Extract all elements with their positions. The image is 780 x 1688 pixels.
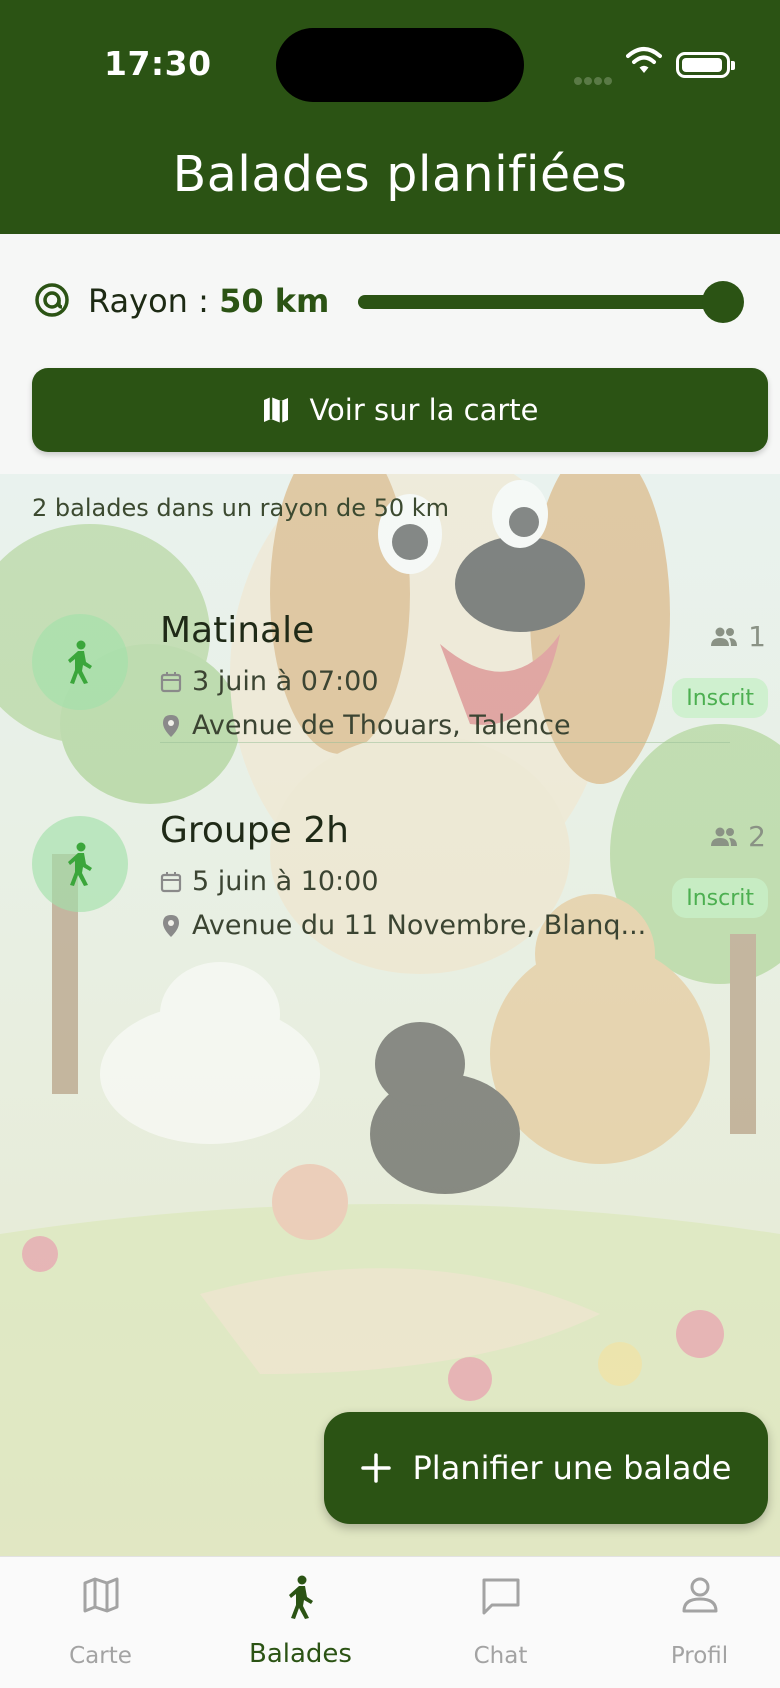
walk-icon (68, 640, 92, 684)
location-pin-icon (163, 914, 179, 937)
walk-location: Avenue du 11 Novembre, Blanq... (192, 910, 647, 941)
walk-location: Avenue de Thouars, Talence (192, 710, 571, 741)
participants-number: 1 (748, 620, 766, 653)
radius-value: 50 km (219, 282, 330, 320)
participants-count: 1 (710, 620, 766, 653)
group-icon (711, 827, 738, 846)
walk-location-row: Avenue de Thouars, Talence (160, 710, 571, 741)
walk-title: Groupe 2h (160, 810, 349, 851)
view-on-map-button[interactable]: Voir sur la carte (32, 368, 768, 452)
nav-item-chat[interactable]: Chat (403, 1557, 598, 1688)
radius-label-prefix: Rayon : (88, 282, 209, 320)
map-icon (264, 397, 289, 423)
group-icon (711, 627, 738, 646)
status-badge: Inscrit (672, 678, 768, 718)
nav-label-carte: Carte (69, 1643, 132, 1669)
radius-filter: Rayon : 50 km Voir sur la carte (0, 234, 780, 474)
radius-label: Rayon : 50 km (88, 282, 329, 320)
nav-item-carte[interactable]: Carte (3, 1557, 198, 1688)
dynamic-island (276, 28, 524, 102)
walk-date: 3 juin à 07:00 (192, 666, 379, 697)
walks-list[interactable]: 2 balades dans un rayon de 50 km Matinal… (0, 474, 780, 1556)
walk-icon (288, 1575, 313, 1619)
nav-item-balades[interactable]: Balades (203, 1557, 398, 1688)
participants-number: 2 (748, 820, 766, 853)
bottom-navigation: Carte Balades Chat Profil (0, 1556, 780, 1688)
calendar-icon (160, 671, 182, 692)
battery-icon (676, 52, 735, 78)
map-icon (83, 1577, 118, 1613)
signal-icon (574, 70, 614, 85)
chat-icon (482, 1578, 519, 1615)
walk-date-row: 3 juin à 07:00 (160, 666, 379, 697)
walk-icon (68, 842, 92, 886)
location-pin-icon (163, 714, 179, 737)
radius-icon (35, 283, 69, 317)
status-time: 17:30 (104, 44, 212, 83)
app-header: 17:30 Balades planifiées (0, 0, 780, 234)
walk-avatar (32, 816, 128, 912)
plan-walk-label: Planifier une balade (412, 1449, 732, 1487)
walk-date: 5 juin à 10:00 (192, 866, 379, 897)
results-count: 2 balades dans un rayon de 50 km (32, 494, 450, 522)
status-badge: Inscrit (672, 878, 768, 918)
nav-item-profil[interactable]: Profil (602, 1557, 780, 1688)
participants-count: 2 (710, 820, 766, 853)
wifi-icon (626, 47, 662, 73)
nav-label-profil: Profil (670, 1643, 729, 1669)
calendar-icon (160, 871, 182, 892)
plus-icon (360, 1453, 391, 1483)
walk-list-item[interactable]: Groupe 2h 5 juin à 10:00 Avenue du 11 No… (0, 764, 780, 964)
view-on-map-label: Voir sur la carte (309, 393, 539, 427)
walk-avatar (32, 614, 128, 710)
plan-walk-button[interactable]: Planifier une balade (324, 1412, 768, 1524)
nav-label-balades: Balades (249, 1639, 352, 1669)
page-title: Balades planifiées (172, 146, 628, 203)
radius-slider-thumb[interactable] (702, 281, 744, 323)
list-divider (160, 742, 730, 743)
profile-icon (682, 1577, 717, 1613)
walk-title: Matinale (160, 610, 315, 651)
walk-list-item[interactable]: Matinale 3 juin à 07:00 Avenue de Thouar… (0, 564, 780, 764)
walk-date-row: 5 juin à 10:00 (160, 866, 379, 897)
nav-label-chat: Chat (473, 1643, 528, 1669)
radius-slider[interactable] (358, 281, 744, 323)
walk-location-row: Avenue du 11 Novembre, Blanq... (160, 910, 646, 941)
